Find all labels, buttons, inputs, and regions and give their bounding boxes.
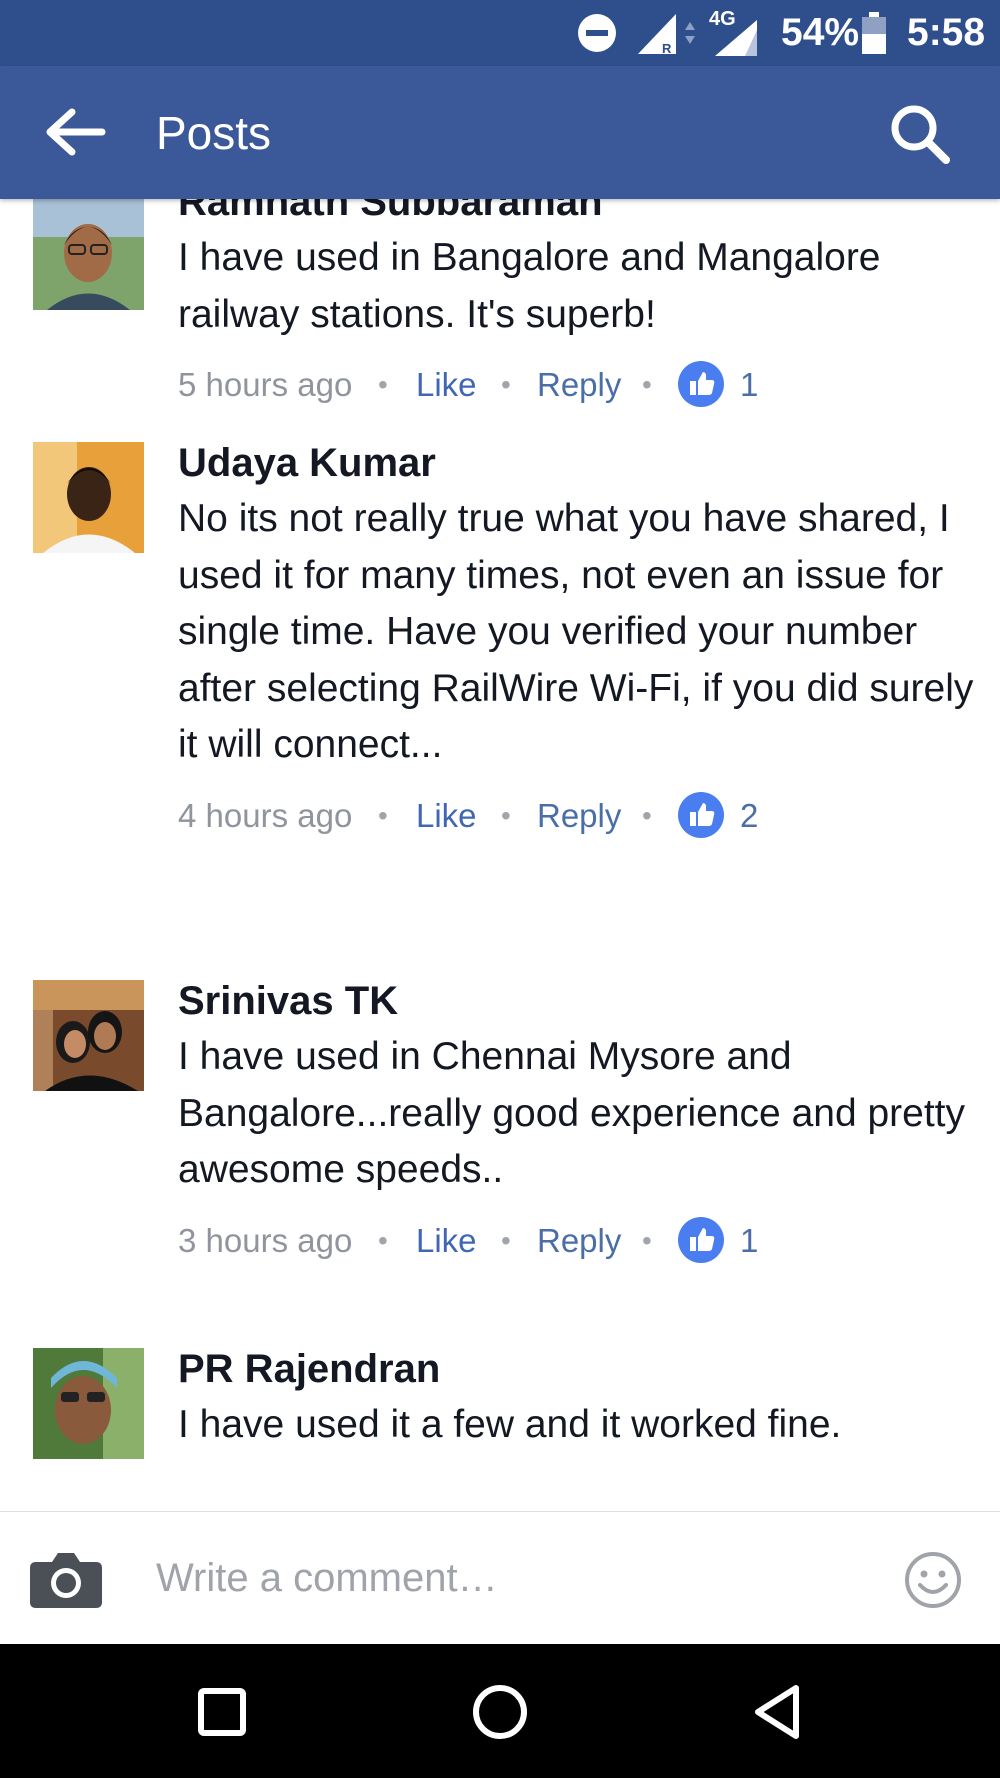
comment-text: No its not really true what you have sha… (178, 497, 974, 766)
comment-author[interactable]: PR Rajendran (178, 1341, 978, 1397)
signal-roaming-icon: R (636, 0, 680, 66)
comment-body: Udaya Kumar No its not really true what … (178, 435, 978, 840)
comment-body: Srinivas TK I have used in Chennai Mysor… (178, 973, 978, 1265)
separator-dot: • (642, 369, 652, 400)
separator-dot: • (642, 1224, 652, 1256)
status-bar: R 4G 54% 5:58 (0, 0, 1000, 66)
data-arrows-icon (684, 0, 696, 66)
avatar[interactable] (33, 980, 144, 1091)
separator-dot: • (642, 799, 652, 831)
comment-input[interactable] (156, 1542, 876, 1614)
back-arrow-icon (46, 108, 106, 156)
back-button[interactable] (44, 104, 108, 160)
comment-timestamp: 4 hours ago (178, 796, 353, 834)
home-button[interactable] (468, 1680, 532, 1744)
battery-icon (861, 0, 887, 66)
system-nav-bar (0, 1644, 1000, 1778)
back-nav-button[interactable] (746, 1680, 810, 1744)
comment-actions: 5 hours ago • Like • Reply • 1 (178, 361, 978, 409)
separator-dot: • (378, 1224, 388, 1256)
svg-text:R: R (662, 41, 672, 56)
clock: 5:58 (907, 11, 986, 54)
smiley-icon (905, 1552, 961, 1608)
separator-dot: • (501, 369, 511, 400)
comment-body: PR Rajendran I have used it a few and it… (178, 1341, 978, 1454)
battery-percent: 54% (781, 11, 860, 54)
camera-button[interactable] (30, 1550, 102, 1613)
comment-text: I have used in Chennai Mysore and Bangal… (178, 1035, 966, 1191)
comment-author[interactable]: Udaya Kumar (178, 435, 978, 491)
comment-author[interactable]: Srinivas TK (178, 973, 978, 1029)
comment-composer (0, 1511, 1000, 1645)
avatar[interactable] (33, 442, 144, 553)
do-not-disturb-icon (577, 0, 617, 66)
page-title: Posts (156, 107, 272, 159)
comment-text: I have used in Bangalore and Mangalore r… (178, 236, 881, 336)
avatar[interactable] (33, 199, 144, 310)
avatar[interactable] (33, 1348, 144, 1459)
comment-actions: 4 hours ago • Like • Reply • 2 (178, 791, 978, 840)
search-button[interactable] (888, 102, 952, 166)
back-triangle-icon (755, 1685, 799, 1739)
like-count-icon[interactable] (678, 791, 724, 838)
app-bar: Posts (0, 66, 1000, 199)
search-icon (891, 105, 950, 164)
like-link[interactable]: Like (416, 1217, 477, 1265)
reply-link[interactable]: Reply (537, 361, 621, 409)
comment-list[interactable]: Ramnath Subbaraman I have used in Bangal… (0, 199, 1000, 1511)
like-count[interactable]: 1 (740, 1217, 758, 1265)
separator-dot: • (378, 369, 388, 400)
like-link[interactable]: Like (416, 792, 477, 840)
like-link[interactable]: Like (416, 361, 477, 409)
comment-text: I have used it a few and it worked fine. (178, 1403, 842, 1446)
separator-dot: • (501, 799, 511, 831)
reply-link[interactable]: Reply (537, 792, 621, 840)
comment-timestamp: 3 hours ago (178, 1221, 353, 1259)
like-count-icon[interactable] (678, 1216, 724, 1263)
like-count-icon[interactable] (678, 361, 724, 407)
comment-body: Ramnath Subbaraman I have used in Bangal… (178, 199, 978, 409)
like-count[interactable]: 1 (740, 361, 758, 409)
comment-author[interactable]: Ramnath Subbaraman (178, 199, 978, 230)
separator-dot: • (378, 799, 388, 831)
recents-icon (198, 1688, 246, 1736)
separator-dot: • (501, 1224, 511, 1256)
reply-link[interactable]: Reply (537, 1217, 621, 1265)
signal-4g-icon: 4G (697, 0, 759, 66)
emoji-button[interactable] (904, 1551, 962, 1614)
like-count[interactable]: 2 (740, 792, 758, 840)
comment-actions: 3 hours ago • Like • Reply • 1 (178, 1216, 978, 1265)
home-icon (473, 1685, 527, 1739)
recents-button[interactable] (190, 1680, 254, 1744)
comment-timestamp: 5 hours ago (178, 366, 353, 403)
camera-icon (30, 1553, 102, 1608)
